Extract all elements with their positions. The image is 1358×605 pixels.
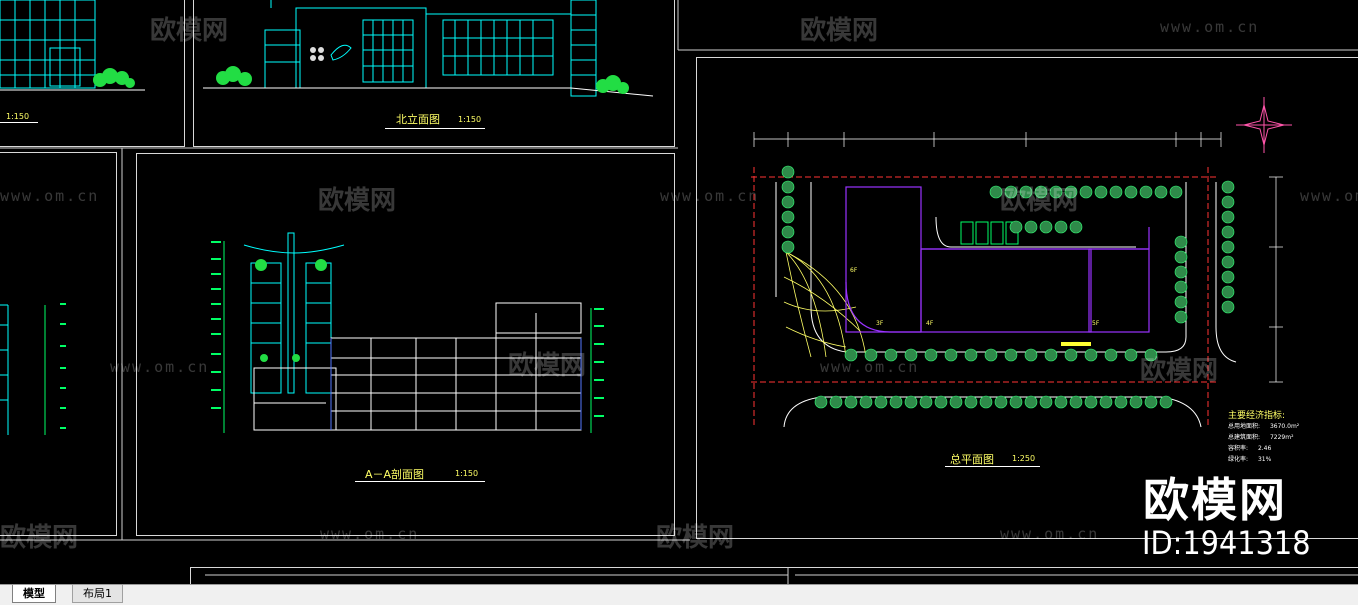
site-plan-drawing xyxy=(751,97,1292,428)
watermark-url: www.om.cn xyxy=(820,358,920,376)
tab-layout1[interactable]: 布局1 xyxy=(72,585,123,603)
site-floor-label-2: 3F xyxy=(876,320,884,327)
watermark-url: www.om.cn xyxy=(110,358,210,376)
watermark-url: www.om.cn xyxy=(1000,525,1100,543)
watermark-brand: 欧模网 xyxy=(0,523,79,553)
north-elevation-scale: 1:150 xyxy=(458,115,482,124)
watermark-brand: 欧模网 xyxy=(1000,186,1079,216)
site-plan-scale: 1:250 xyxy=(1012,454,1036,463)
section-scale: 1:150 xyxy=(455,469,479,478)
watermark-brand: 欧模网 xyxy=(656,523,735,553)
watermark-url: www.om.cn xyxy=(0,187,100,205)
economic-indicators: 主要经济指标: 总用地面积: 3670.0m² 总建筑面积: 7229m² 容积… xyxy=(1228,408,1299,465)
tab-model[interactable]: 模型 xyxy=(12,585,56,603)
cad-model-space[interactable]: 1:150 北立面图 1:150 A－A剖面图 1:150 6F 3F 4F 5… xyxy=(0,0,1358,584)
left-top-scale: 1:150 xyxy=(6,112,30,121)
watermark-url: www.om.cn xyxy=(1300,187,1358,205)
watermark-brand: 欧模网 xyxy=(150,16,229,46)
left-top-title-underline xyxy=(0,122,38,123)
watermark-url: www.om.cn xyxy=(660,187,760,205)
watermark-id: ID:1941318 xyxy=(1142,524,1311,562)
stat-row: 总用地面积: 3670.0m² xyxy=(1228,423,1300,430)
section-title: A－A剖面图 xyxy=(365,468,425,481)
site-floor-label-1: 6F xyxy=(850,267,858,274)
watermark-url: www.om.cn xyxy=(1160,18,1260,36)
stat-row: 总建筑面积: 7229m² xyxy=(1228,434,1294,441)
watermark-url: www.om.cn xyxy=(320,525,420,543)
watermark-brand: 欧模网 xyxy=(318,186,397,216)
site-plan-title: 总平面图 xyxy=(950,453,994,466)
north-arrow-icon xyxy=(1236,97,1292,153)
north-elevation-underline xyxy=(385,128,485,129)
economic-indicators-title: 主要经济指标: xyxy=(1228,411,1286,421)
watermark-brand-large: 欧模网 xyxy=(1143,473,1287,527)
layout-tab-bar: 模型 布局1 xyxy=(0,584,1358,605)
left-mid-section-drawing xyxy=(0,303,66,435)
section-title-underline xyxy=(355,481,485,482)
watermark-brand: 欧模网 xyxy=(1140,356,1219,386)
site-plan-title-underline xyxy=(945,466,1040,467)
site-floor-label-4: 5F xyxy=(1092,320,1100,327)
watermark-brand: 欧模网 xyxy=(508,351,587,381)
north-elevation-title: 北立面图 xyxy=(396,113,440,126)
section-aa-drawing xyxy=(211,232,604,433)
watermark-brand: 欧模网 xyxy=(800,16,879,46)
stat-row: 容积率: 2.46 xyxy=(1228,445,1272,452)
site-floor-label-3: 4F xyxy=(926,320,934,327)
